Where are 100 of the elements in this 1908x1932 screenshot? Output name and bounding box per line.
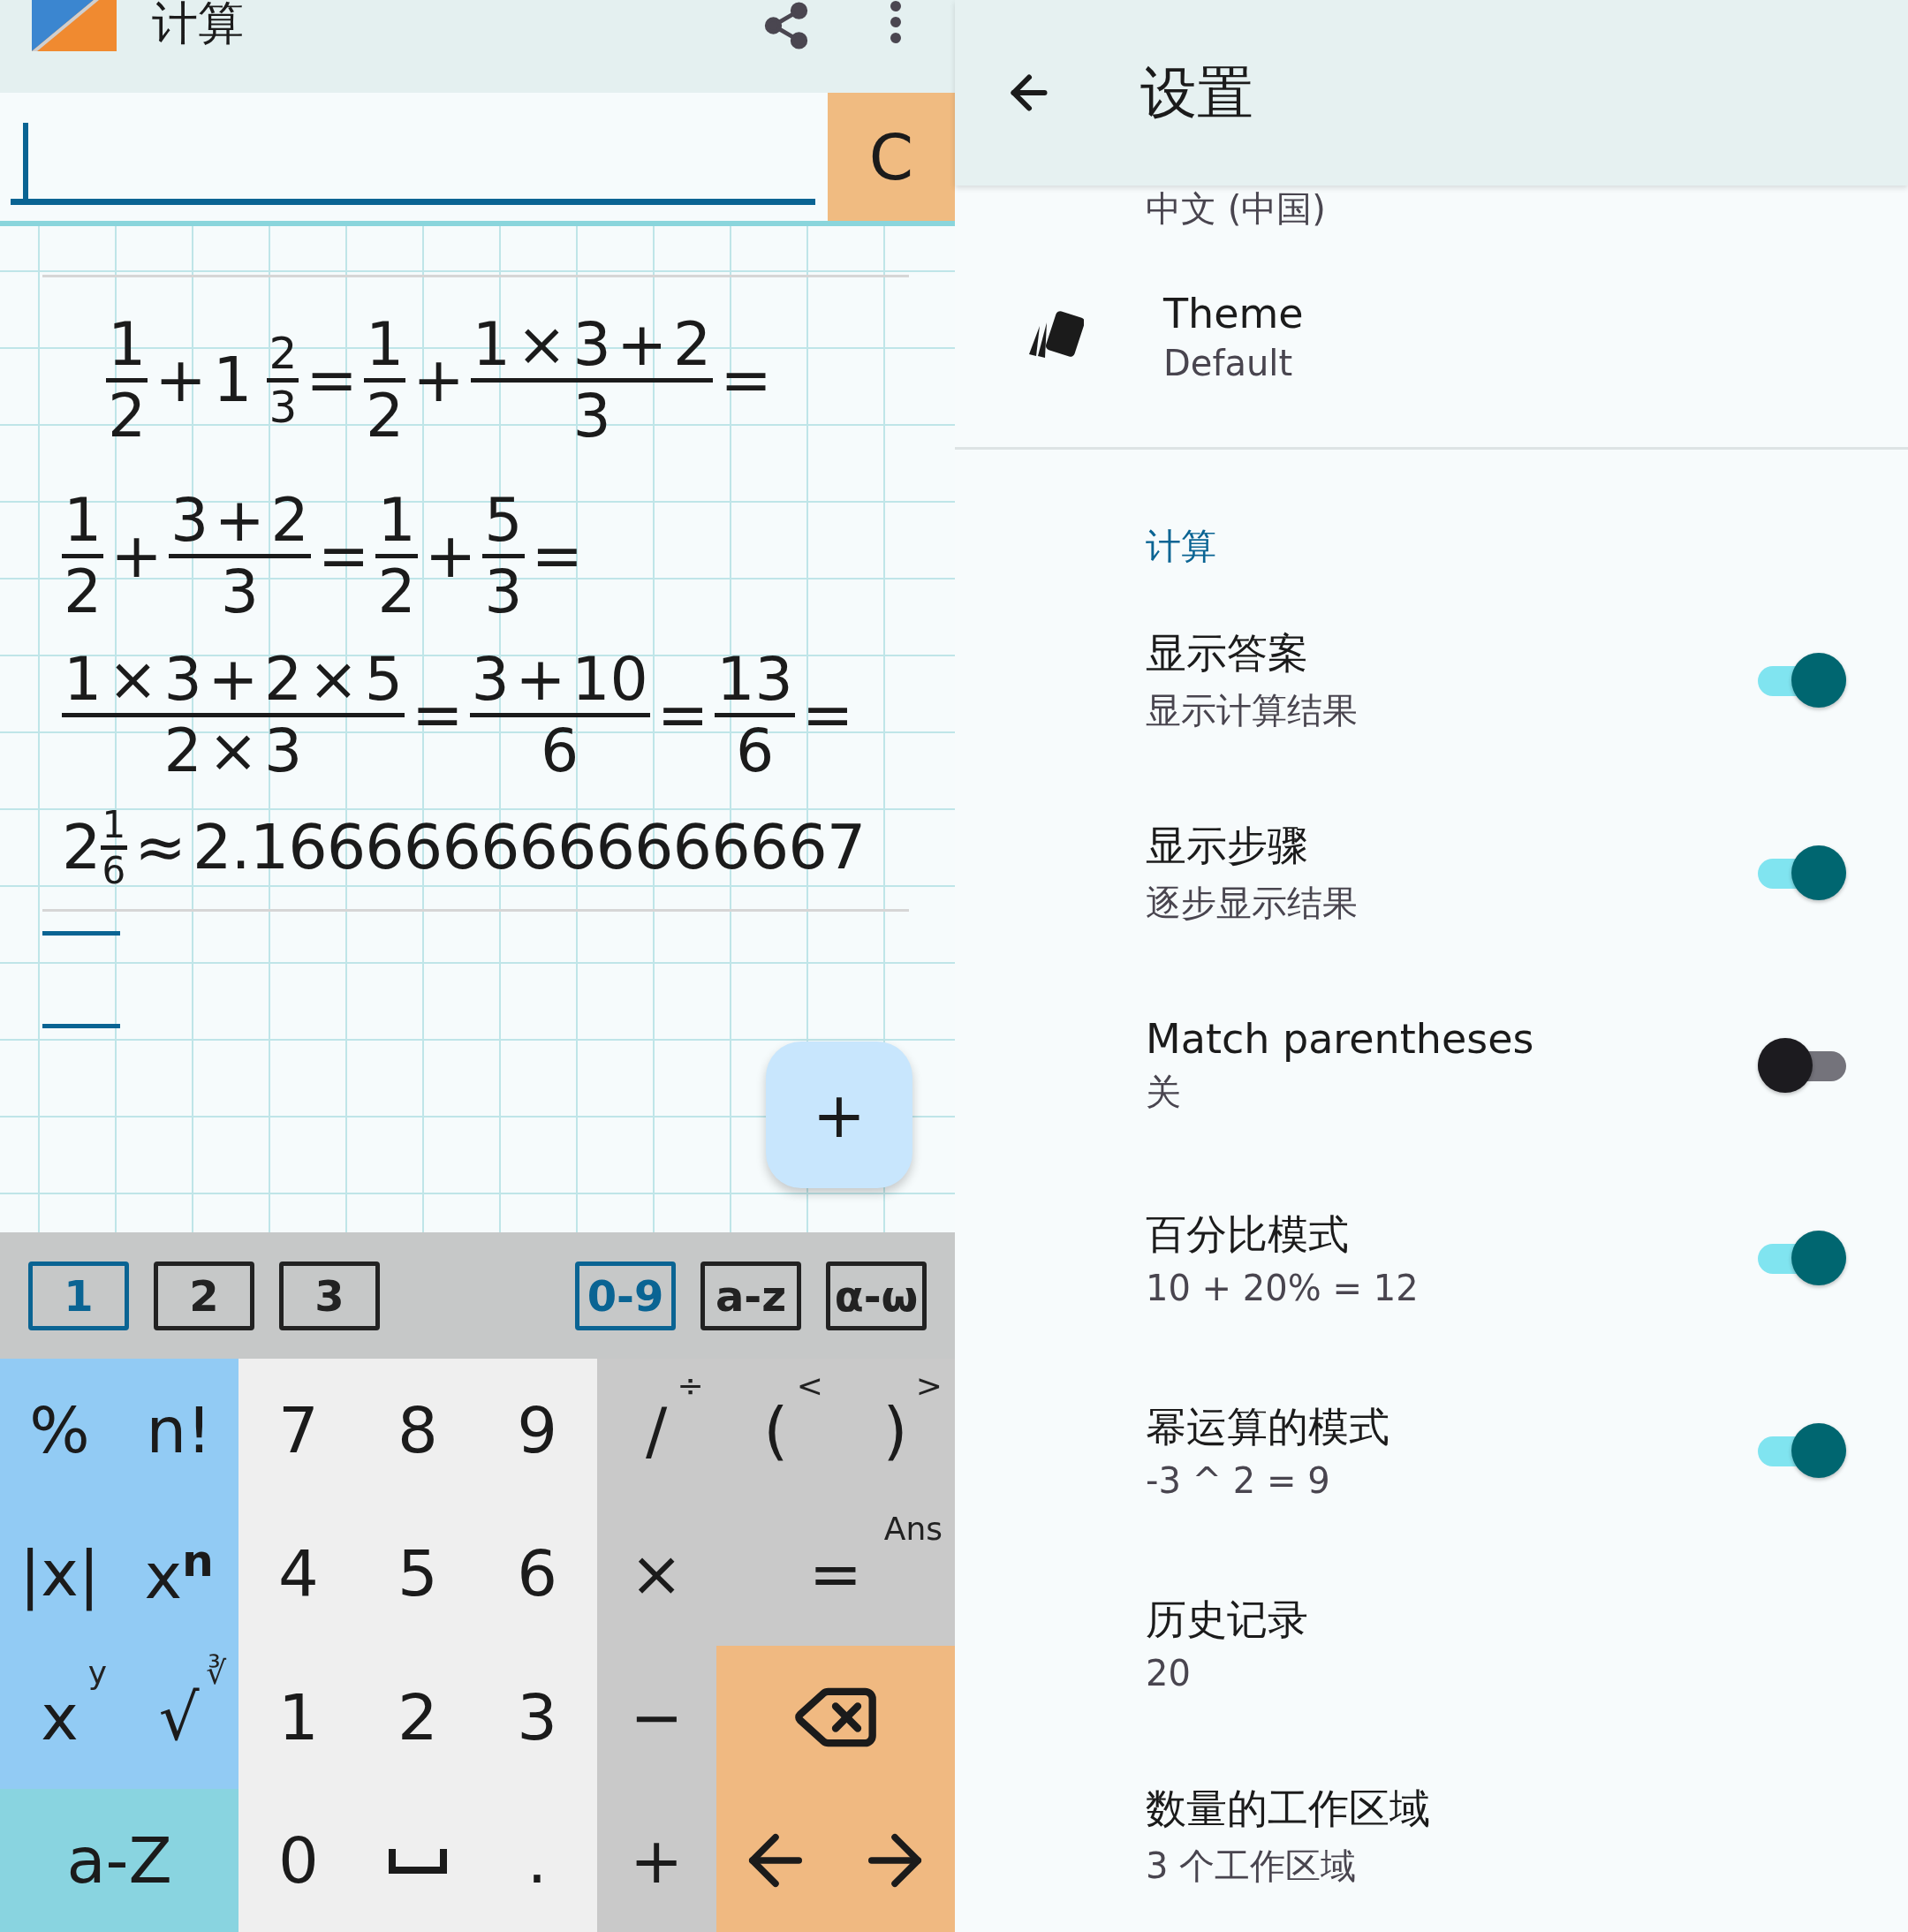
fraction-numerator: 1 × 3 + 2 × 5 xyxy=(63,645,404,713)
keyboard-tab[interactable]: a-z xyxy=(700,1261,801,1330)
fraction-bar xyxy=(100,845,128,850)
operator-key[interactable]: / ÷ xyxy=(596,1359,716,1503)
equals-key[interactable]: = Ans xyxy=(716,1502,955,1646)
function-key[interactable]: x$^{n}$ xyxy=(119,1502,239,1646)
fraction-bar xyxy=(482,554,525,559)
digit-key[interactable]: . xyxy=(477,1788,597,1932)
add-button[interactable]: + xyxy=(766,1042,912,1188)
fraction-denominator: 3 xyxy=(572,383,612,451)
digit-key[interactable]: 1 xyxy=(238,1645,359,1789)
setting-title: 显示答案 xyxy=(1146,627,1309,678)
keyboard-tab[interactable]: α-ω xyxy=(826,1261,927,1330)
digit-key[interactable]: 5 xyxy=(358,1502,478,1646)
backspace-key[interactable] xyxy=(716,1645,955,1789)
math-operator: = xyxy=(531,519,583,595)
section-header: 计算 xyxy=(1145,525,1217,568)
digit-key[interactable]: 8 xyxy=(358,1359,478,1503)
math-operator: = xyxy=(656,677,708,753)
workspace-tab[interactable]: 1 xyxy=(28,1261,129,1330)
setting-value: 20 xyxy=(1146,1653,1192,1693)
app-title: 计算 xyxy=(152,0,245,46)
function-key[interactable]: x y xyxy=(0,1645,120,1789)
operator-key[interactable]: × xyxy=(596,1502,716,1646)
whole-number: 2 xyxy=(62,809,101,885)
fraction-denominator: 6 xyxy=(540,716,580,784)
settings-title: 设置 xyxy=(1140,58,1253,127)
fraction-numerator: 1 xyxy=(376,487,417,555)
digit-key[interactable]: 7 xyxy=(238,1359,359,1503)
workspace-tab[interactable]: 2 xyxy=(154,1261,254,1330)
math-operator: = xyxy=(306,343,357,419)
setting-value: 逐步显示结果 xyxy=(1146,881,1359,925)
fraction-numerator: 3 + 2 xyxy=(169,487,310,555)
whole-number: 1 xyxy=(212,343,252,419)
digit-key[interactable]: 4 xyxy=(238,1502,359,1646)
decimal-result: 2.1666666666666667 xyxy=(192,809,866,885)
function-key[interactable]: n! xyxy=(119,1359,239,1503)
theme-setting[interactable]: Theme Default xyxy=(955,226,1908,450)
fraction-bar xyxy=(106,378,148,383)
function-key[interactable]: % xyxy=(0,1359,120,1503)
setting-value: 3 个工作区域 xyxy=(1146,1844,1358,1888)
language-value: 中文 (中国) xyxy=(1145,187,1327,226)
math-operator: + xyxy=(413,343,464,419)
letters-key[interactable]: a-Z xyxy=(0,1788,239,1932)
digit-key[interactable]: 0 xyxy=(238,1788,359,1932)
setting-title: Match parentheses xyxy=(1146,1014,1535,1063)
operator-key[interactable]: ) > xyxy=(835,1359,955,1503)
operator-key[interactable]: − xyxy=(596,1645,716,1789)
setting-title: 百分比模式 xyxy=(1146,1209,1350,1260)
operator-key[interactable]: ( < xyxy=(716,1359,836,1503)
fraction-numerator: 1 xyxy=(107,311,148,379)
fraction-numerator: 1 × 3 + 2 xyxy=(471,311,713,379)
fraction-numerator: 1 xyxy=(364,311,405,379)
operator-key[interactable]: + xyxy=(596,1788,716,1932)
key-hint: Ans xyxy=(883,1511,943,1548)
key-hint: y xyxy=(87,1654,108,1691)
digit-key[interactable]: 6 xyxy=(477,1502,597,1646)
setting-title: 数量的工作区域 xyxy=(1146,1783,1431,1834)
setting-value: 显示计算结果 xyxy=(1146,688,1359,732)
fraction-denominator: 2 xyxy=(63,558,103,626)
fraction-denominator: 2 xyxy=(107,383,148,451)
app-logo-icon xyxy=(32,0,117,51)
workspace-tab[interactable]: 3 xyxy=(279,1261,380,1330)
fraction-numerator: 5 xyxy=(483,487,524,555)
math-operator: = xyxy=(801,677,853,753)
keyboard-tab[interactable]: 0-9 xyxy=(575,1261,676,1330)
math-operator: ≈ xyxy=(134,809,186,885)
setting-title: 历史记录 xyxy=(1146,1595,1309,1645)
math-operator: = xyxy=(720,343,771,419)
key-hint: > xyxy=(915,1368,943,1404)
fraction-numerator: 1 xyxy=(63,487,103,555)
math-operator: = xyxy=(411,677,463,753)
key-hint: ∛ xyxy=(206,1654,227,1691)
fraction-denominator: 2 × 3 xyxy=(163,716,304,784)
digit-key[interactable]: 9 xyxy=(477,1359,597,1503)
math-operator: + xyxy=(155,343,206,419)
setting-value: 关 xyxy=(1146,1070,1182,1114)
empty-entry-box[interactable] xyxy=(42,931,120,1028)
fraction-numerator: 1 xyxy=(101,803,127,845)
clear-button[interactable]: C xyxy=(828,93,955,221)
fraction-denominator: 3 xyxy=(483,558,524,626)
more-icon xyxy=(890,0,902,44)
key-hint: < xyxy=(796,1368,823,1404)
fraction-bar xyxy=(62,554,104,559)
fraction-denominator: 3 xyxy=(219,558,260,626)
fraction-bar xyxy=(363,378,406,383)
setting-title: 幂运算的模式 xyxy=(1146,1402,1390,1452)
setting-value: Default xyxy=(1163,343,1294,383)
fraction-denominator: 6 xyxy=(734,716,776,784)
setting-value: 10 + 20% = 12 xyxy=(1146,1268,1420,1308)
function-key[interactable]: √ ∛ xyxy=(119,1645,239,1789)
fraction-numerator: 13 xyxy=(716,645,794,713)
digit-key[interactable]: 3 xyxy=(477,1645,597,1789)
function-key[interactable]: |x| xyxy=(0,1502,120,1646)
fraction-bar xyxy=(267,378,299,383)
fraction-denominator: 2 xyxy=(364,383,405,451)
math-operator: + xyxy=(424,519,476,595)
digit-key[interactable]: 2 xyxy=(358,1645,478,1789)
fraction-numerator: 3 + 10 xyxy=(470,645,649,713)
key-hint: ÷ xyxy=(677,1368,704,1404)
